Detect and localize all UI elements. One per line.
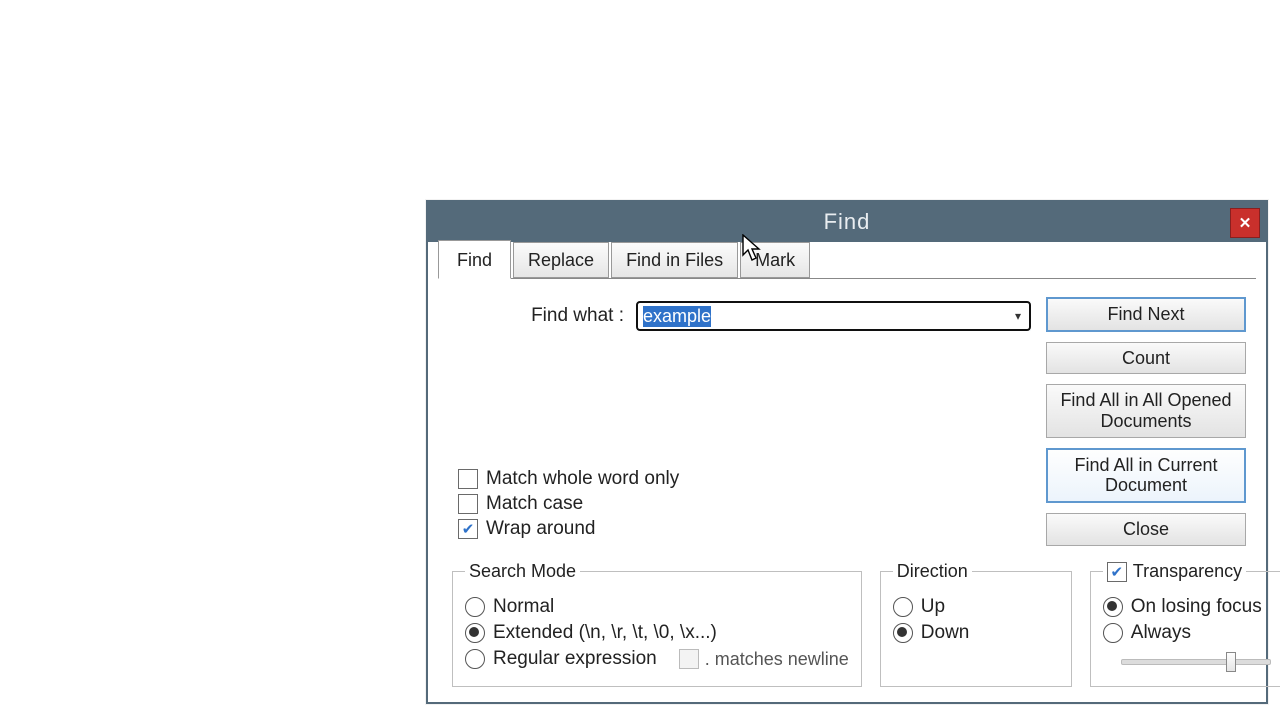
- count-button[interactable]: Count: [1046, 342, 1246, 375]
- tab-strip: Find Replace Find in Files Mark: [438, 240, 1256, 279]
- slider-track: [1121, 659, 1271, 665]
- chevron-down-icon[interactable]: ▾: [1007, 303, 1029, 329]
- search-mode-legend: Search Mode: [465, 561, 580, 582]
- match-case-label: Match case: [486, 493, 583, 515]
- tab-mark[interactable]: Mark: [740, 242, 810, 278]
- radio-icon: [1103, 623, 1123, 643]
- direction-up[interactable]: Up: [893, 596, 1059, 618]
- wrap-around-checkbox[interactable]: ✔ Wrap around: [458, 518, 679, 540]
- radio-icon: [1103, 597, 1123, 617]
- find-next-button[interactable]: Find Next: [1046, 297, 1246, 332]
- find-what-label: Find what :: [444, 305, 624, 327]
- dot-matches-newline-checkbox[interactable]: . matches newline: [679, 649, 849, 670]
- close-button[interactable]: Close: [1046, 513, 1246, 546]
- whole-word-label: Match whole word only: [486, 468, 679, 490]
- find-what-combo[interactable]: ▾: [636, 301, 1031, 331]
- radio-icon: [465, 597, 485, 617]
- find-all-current-button[interactable]: Find All in Current Document: [1046, 448, 1246, 503]
- radio-icon: [465, 649, 485, 669]
- close-glyph: ✕: [1239, 214, 1252, 232]
- find-dialog: Find ✕ Find Replace Find in Files Mark F…: [426, 200, 1268, 704]
- radio-icon: [893, 623, 913, 643]
- transparency-always[interactable]: Always: [1103, 622, 1280, 644]
- find-all-opened-button[interactable]: Find All in All Opened Documents: [1046, 384, 1246, 437]
- checkbox-icon: ✔: [1107, 562, 1127, 582]
- close-icon[interactable]: ✕: [1230, 208, 1260, 238]
- transparency-group: ✔ Transparency On losing focus Always: [1090, 561, 1280, 687]
- direction-group: Direction Up Down: [880, 561, 1072, 687]
- checkbox-icon: ✔: [458, 519, 478, 539]
- radio-icon: [893, 597, 913, 617]
- window-title: Find: [428, 209, 1266, 235]
- match-case-checkbox[interactable]: Match case: [458, 493, 679, 515]
- wrap-around-label: Wrap around: [486, 518, 596, 540]
- find-what-input[interactable]: [636, 301, 1031, 331]
- title-bar[interactable]: Find ✕: [428, 202, 1266, 242]
- tab-find-in-files[interactable]: Find in Files: [611, 242, 738, 278]
- slider-thumb[interactable]: [1226, 652, 1236, 672]
- radio-icon: [465, 623, 485, 643]
- whole-word-checkbox[interactable]: Match whole word only: [458, 468, 679, 490]
- search-mode-extended[interactable]: Extended (\n, \r, \t, \0, \x...): [465, 622, 849, 644]
- search-mode-regex[interactable]: Regular expression . matches newline: [465, 648, 849, 670]
- search-mode-normal[interactable]: Normal: [465, 596, 849, 618]
- direction-legend: Direction: [893, 561, 972, 582]
- transparency-on-losing-focus[interactable]: On losing focus: [1103, 596, 1280, 618]
- checkbox-icon: [679, 649, 699, 669]
- tab-find[interactable]: Find: [438, 240, 511, 279]
- transparency-legend[interactable]: ✔ Transparency: [1103, 561, 1246, 582]
- tab-replace[interactable]: Replace: [513, 242, 609, 278]
- checkbox-icon: [458, 494, 478, 514]
- checkbox-icon: [458, 469, 478, 489]
- transparency-slider[interactable]: [1121, 652, 1271, 670]
- direction-down[interactable]: Down: [893, 622, 1059, 644]
- search-mode-group: Search Mode Normal Extended (\n, \r, \t,…: [452, 561, 862, 687]
